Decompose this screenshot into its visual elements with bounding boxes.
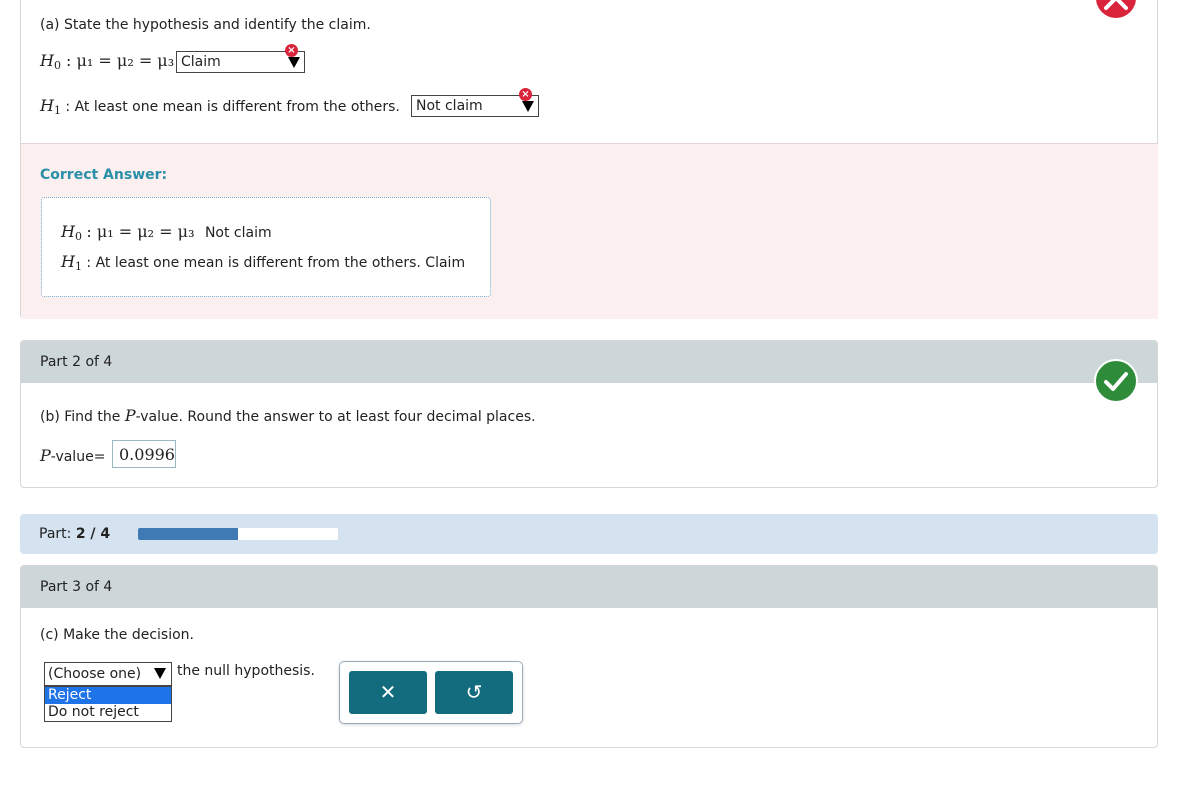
close-icon: ✕ [379, 680, 397, 704]
part2-question-p: P [124, 406, 136, 425]
h1-text: : At least one mean is different from th… [65, 99, 400, 115]
progress-label-text: Part: [39, 526, 72, 542]
decision-options-list: Reject Do not reject [44, 686, 172, 722]
answer-h1-text: : At least one mean is different from th… [86, 255, 466, 271]
option-reject[interactable]: Reject [45, 687, 171, 704]
incorrect-badge-icon: × [519, 88, 532, 101]
progress-value: 2 / 4 [75, 526, 111, 542]
part2-question-suffix: -value. Round the answer to at least fou… [135, 409, 536, 425]
h0-claim-value: Claim [181, 54, 221, 70]
answer-h0-symbol: H [61, 222, 75, 241]
progress-bar: Part: 2 / 4 [20, 514, 1158, 554]
decision-select[interactable]: (Choose one) [44, 662, 172, 686]
pvalue-line: P-value= [40, 446, 105, 465]
option-do-not-reject[interactable]: Do not reject [45, 704, 171, 721]
answer-h1-line: H1 : At least one mean is different from… [61, 252, 465, 273]
pvalue-equals: = [93, 449, 106, 465]
decision-suffix: the null hypothesis. [177, 663, 315, 679]
undo-icon: ↺ [465, 680, 483, 704]
progress-fill [138, 528, 238, 540]
answer-h1-subscript: 1 [74, 260, 82, 273]
pvalue-label-rest: -value [50, 449, 94, 465]
part1-question: (a) State the hypothesis and identify th… [40, 17, 371, 33]
h1-claim-value: Not claim [416, 98, 483, 114]
pvalue-label-p: P [40, 446, 51, 465]
h0-symbol: H [40, 51, 54, 70]
pvalue-input[interactable]: 0.0996 [112, 440, 176, 468]
chevron-down-icon [288, 57, 300, 68]
correct-icon [1094, 359, 1138, 403]
part2-header-text: Part 2 of 4 [40, 354, 113, 370]
answer-h0-claim: Not claim [204, 225, 272, 241]
answer-h0-subscript: 0 [74, 230, 82, 243]
part3-question: (c) Make the decision. [40, 627, 194, 643]
h1-subscript: 1 [53, 104, 61, 117]
h1-symbol: H [40, 96, 54, 115]
correct-answer-box [41, 197, 491, 297]
pvalue-value: 0.0996 [119, 445, 175, 464]
decision-select-value: (Choose one) [48, 666, 142, 682]
h0-line: H0 : μ₁ = μ₂ = μ₃ [40, 51, 174, 72]
progress-track [138, 528, 338, 540]
h0-subscript: 0 [53, 59, 61, 72]
reset-button[interactable]: ↺ [435, 671, 513, 714]
tool-button-group: ✕ ↺ [339, 661, 523, 724]
part2-header: Part 2 of 4 [21, 341, 1157, 383]
part2-question: (b) Find the P-value. Round the answer t… [40, 406, 536, 425]
part3-panel: Part 3 of 4 [20, 565, 1158, 748]
h1-line: H1 : At least one mean is different from… [40, 96, 400, 117]
part3-header: Part 3 of 4 [21, 566, 1157, 608]
answer-h0-line: H0 : μ₁ = μ₂ = μ₃ Not claim [61, 222, 272, 243]
part3-header-text: Part 3 of 4 [40, 579, 113, 595]
correct-answer-label: Correct Answer: [40, 167, 168, 183]
part2-question-prefix: (b) Find the [40, 409, 121, 425]
chevron-down-icon [522, 101, 534, 112]
chevron-down-icon [154, 668, 166, 679]
incorrect-badge-icon: × [285, 44, 298, 57]
clear-button[interactable]: ✕ [349, 671, 427, 714]
progress-label: Part: 2 / 4 [39, 526, 110, 542]
h0-expression: : μ₁ = μ₂ = μ₃ [66, 51, 175, 70]
answer-h1-symbol: H [61, 252, 75, 271]
answer-h0-expression: : μ₁ = μ₂ = μ₃ [86, 222, 195, 241]
